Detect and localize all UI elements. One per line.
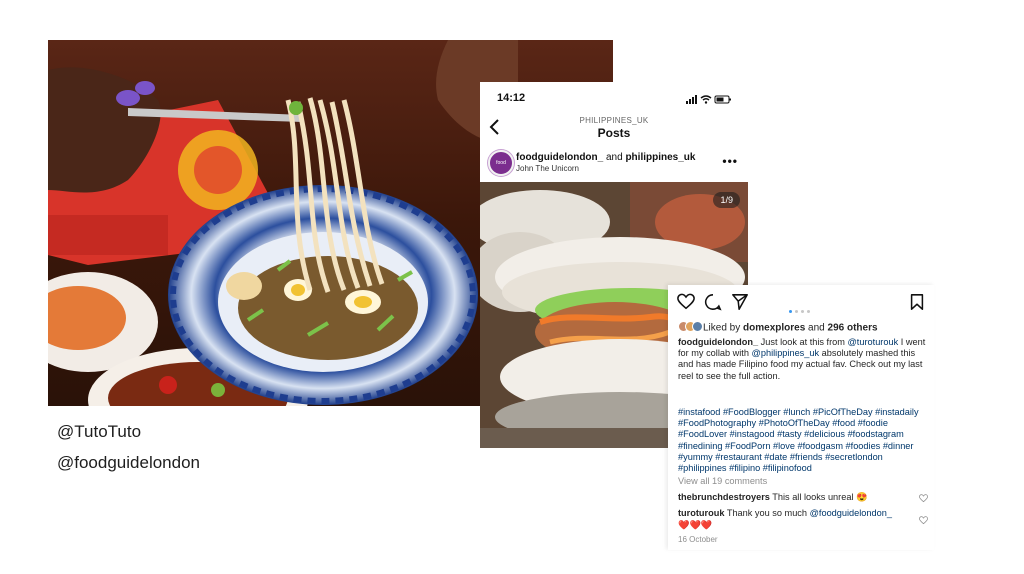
share-icon[interactable]: [731, 293, 749, 311]
likes-middle: and: [805, 322, 828, 334]
nav-account-name: PHILIPPINES_UK: [579, 116, 649, 125]
status-bar: 14:12: [480, 82, 748, 110]
post-hashtags[interactable]: #instafood #FoodBlogger #lunch #PicOfThe…: [678, 407, 928, 474]
caption-user-link[interactable]: foodguidelondon_: [678, 337, 758, 347]
post-date: 16 October: [678, 535, 718, 544]
post-location[interactable]: John The Unicorn: [516, 164, 579, 173]
signal-icon: [686, 95, 697, 104]
post-caption: foodguidelondon_ Just look at this from …: [678, 337, 926, 382]
comment-like-heart-icon[interactable]: [919, 494, 928, 503]
caption-mention-philippines-uk[interactable]: @philippines_uk: [752, 348, 820, 358]
likes-count-link[interactable]: 296 others: [828, 323, 878, 334]
caption-mention-turoturouk[interactable]: @turoturouk: [847, 337, 898, 347]
post-user-join: and: [603, 152, 626, 163]
comment-item: turoturouk Thank you so much @foodguidel…: [678, 508, 906, 531]
comment-user-link[interactable]: turoturouk: [678, 508, 724, 518]
nav-bar: PHILIPPINES_UK Posts: [480, 112, 748, 142]
status-icons: [686, 92, 732, 110]
avatar[interactable]: food guide london: [488, 150, 514, 210]
post-header: food guide london foodguidelondon_ and p…: [480, 146, 748, 210]
image-counter-badge: 1/9: [713, 192, 740, 208]
comment-mention-link[interactable]: @foodguidelondon_: [810, 508, 892, 518]
credit-caption-tutotuto: @TutoTuto: [57, 422, 142, 441]
post-user-link[interactable]: foodguidelondon_: [516, 152, 603, 163]
comment-user-link[interactable]: thebrunchdestroyers: [678, 492, 770, 502]
more-options-icon[interactable]: •••: [722, 154, 738, 168]
caption-part-1: Just look at this from: [758, 337, 848, 347]
post-actions-bar: [668, 285, 934, 317]
carousel-indicator: [789, 300, 813, 318]
post-usernames: foodguidelondon_ and philippines_uk: [516, 152, 695, 163]
comment-item: thebrunchdestroyers This all looks unrea…: [678, 492, 906, 504]
bookmark-icon[interactable]: [908, 293, 926, 311]
view-all-comments-link[interactable]: View all 19 comments: [678, 476, 767, 486]
post-collab-user-link[interactable]: philippines_uk: [625, 152, 695, 163]
likes-prefix: Liked by: [703, 322, 744, 334]
comment-text: Thank you so much: [724, 508, 810, 518]
post-detail-panel: Liked by domexplores and 296 others food…: [668, 285, 934, 550]
comment-like-heart-icon[interactable]: [919, 516, 928, 525]
wifi-icon: [700, 95, 712, 104]
nav-title: Posts: [597, 126, 631, 140]
liker-avatars[interactable]: [678, 321, 703, 335]
comment-icon[interactable]: [704, 293, 722, 311]
likes-user-link[interactable]: domexplores: [743, 323, 805, 334]
credit-caption-foodguidelondon: @foodguidelondon: [57, 453, 200, 472]
heart-icon[interactable]: [677, 293, 695, 311]
comment-text: This all looks unreal 😍: [769, 492, 868, 502]
battery-icon: [714, 95, 731, 104]
comment-text-hearts: ❤️❤️❤️: [678, 519, 713, 530]
likes-line: Liked by domexplores and 296 others: [678, 321, 878, 335]
status-time: 14:12: [497, 92, 526, 104]
